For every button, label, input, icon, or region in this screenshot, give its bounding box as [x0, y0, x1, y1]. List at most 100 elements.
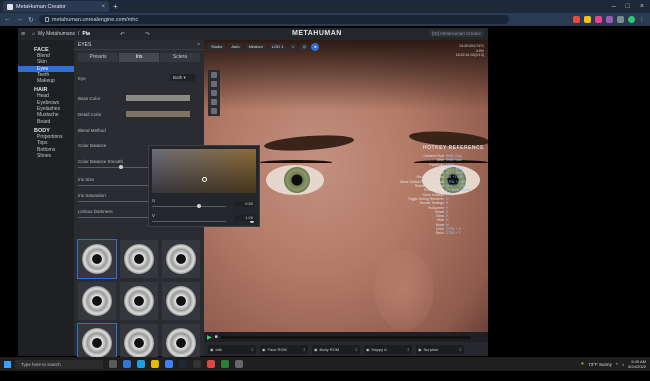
panel-title: EYES	[78, 41, 92, 48]
anim-slot[interactable]: ◉ Face ROM ⇕	[260, 344, 308, 354]
animation-bar: ◉ Idle ⇕ ◉ Face ROM ⇕ ◉ Body ROM ⇕ ◉ Happy A ⇕ ◉…	[204, 342, 488, 356]
close-panel-icon[interactable]: ×	[197, 42, 200, 48]
camera-chip[interactable]: Auto	[228, 43, 243, 51]
edge-icon[interactable]	[137, 360, 145, 368]
iris-preset-tile[interactable]	[78, 282, 116, 320]
file-explorer-icon[interactable]	[151, 360, 159, 368]
eye-select[interactable]: Both ▾	[170, 74, 195, 81]
store-icon[interactable]	[165, 360, 173, 368]
widgets-icon[interactable]	[123, 360, 131, 368]
unreal-icon[interactable]	[193, 360, 201, 368]
windows-start-icon[interactable]	[4, 360, 11, 368]
anim-slot[interactable]: ◉ Idle ⇕	[208, 344, 256, 354]
app-icon[interactable]	[235, 360, 243, 368]
v-slider[interactable]	[152, 221, 226, 222]
stop-icon[interactable]: ■	[215, 334, 218, 340]
color-gradient-field[interactable]	[152, 149, 256, 193]
hotkey-list: Camera Pivot RMB Click Orbit RMB Hold Pan/Do…	[394, 154, 488, 236]
maximize-icon[interactable]: □	[626, 3, 630, 10]
forward-icon[interactable]: →	[16, 16, 23, 23]
timeline-track[interactable]	[220, 335, 471, 339]
move-icon[interactable]	[211, 90, 217, 96]
kebab-menu-icon[interactable]: ⋮	[639, 16, 646, 23]
redo-icon[interactable]: ↷	[145, 31, 150, 38]
lighting-chip[interactable]: Studio	[208, 43, 226, 51]
base-color-swatch[interactable]	[126, 95, 190, 101]
task-view-icon[interactable]	[109, 360, 117, 368]
extension-icon[interactable]	[573, 16, 580, 23]
app-icon[interactable]	[221, 360, 229, 368]
weather-text[interactable]: 73°F Sunny	[588, 362, 612, 367]
color-cursor[interactable]	[202, 177, 207, 182]
iris-thumbnail	[124, 328, 154, 358]
base-color-label: Base Color	[78, 96, 101, 101]
sculpt-icon[interactable]	[211, 99, 217, 105]
play-icon[interactable]: ▶	[207, 334, 212, 341]
slider-handle[interactable]	[197, 204, 201, 208]
back-icon[interactable]: ←	[4, 16, 11, 23]
iris-size-slider[interactable]	[78, 185, 148, 186]
extension-icon[interactable]	[595, 16, 602, 23]
detail-color-swatch[interactable]	[126, 111, 190, 117]
u-value[interactable]: 0.50	[235, 201, 255, 207]
chrome-icon[interactable]	[207, 360, 215, 368]
anim-slot[interactable]: ◉ Body ROM ⇕	[312, 344, 360, 354]
anim-slot[interactable]: ◉ Happy A ⇕	[364, 344, 412, 354]
anim-slot[interactable]: ◉ Surprise ⇕	[416, 344, 464, 354]
menu-icon[interactable]: ≡	[18, 31, 28, 38]
view-icon[interactable]	[211, 108, 217, 114]
hotkey-action: Redo	[435, 231, 444, 236]
tab-sclera[interactable]: Sclera	[160, 53, 200, 62]
close-tab-icon[interactable]: ×	[101, 4, 105, 10]
color-balance-smooth-slider[interactable]	[78, 167, 148, 168]
extension-icon[interactable]	[606, 16, 613, 23]
render-icon[interactable]: ●	[311, 43, 320, 51]
tab-presets[interactable]: Presets	[78, 53, 118, 62]
iris-preset-tile[interactable]	[120, 282, 158, 320]
nav-item-shoes[interactable]: Shoes	[18, 153, 74, 159]
head-icon[interactable]	[211, 72, 217, 78]
u-slider[interactable]	[152, 206, 226, 207]
speaker-icon[interactable]: ♪	[622, 362, 624, 367]
select-icon[interactable]	[211, 81, 217, 87]
url-field[interactable]: metahuman.unrealengine.com/mhc	[38, 15, 509, 24]
tab-iris[interactable]: Iris	[119, 53, 159, 62]
iris-preset-tile[interactable]	[77, 239, 117, 279]
stat-line: 16:22:41:33(4:13)	[455, 53, 484, 57]
iris-preset-tile[interactable]	[120, 240, 158, 278]
minimize-icon[interactable]: –	[612, 3, 616, 10]
profile-icon[interactable]	[628, 16, 635, 23]
iris-preset-tile[interactable]	[162, 282, 200, 320]
metahuman-app: ≡ ⌂ My Metahumans / Pia ↶ ↷ METAHUMAN [I…	[18, 28, 488, 363]
camera-icon[interactable]: ◎	[300, 43, 309, 51]
undo-icon[interactable]: ↶	[120, 31, 125, 38]
pose-icon: ◉	[314, 346, 318, 352]
taskbar-search[interactable]: Type here to search	[15, 359, 103, 369]
hotkey-title: HOTKEY REFERENCE	[423, 145, 484, 151]
v-value[interactable]: 1.00	[235, 215, 255, 221]
extension-icon[interactable]	[584, 16, 591, 23]
nav-item-makeup[interactable]: Makeup	[18, 78, 74, 84]
color-balance-label: Color Balance	[78, 143, 107, 148]
iris-saturation-slider[interactable]	[78, 201, 148, 202]
lod-chip[interactable]: LOD 1	[268, 43, 287, 51]
breadcrumb-root[interactable]: My Metahumans	[38, 31, 75, 37]
reload-icon[interactable]: ↻	[28, 16, 34, 24]
steam-icon[interactable]	[179, 360, 187, 368]
iris-thumbnail	[124, 244, 154, 274]
puzzle-icon[interactable]	[617, 16, 624, 23]
nav-item-beard[interactable]: Beard	[18, 119, 74, 125]
new-tab-icon[interactable]: +	[113, 2, 118, 11]
home-icon[interactable]: ⌂	[32, 31, 35, 37]
quality-chip[interactable]: Medium	[245, 43, 266, 51]
iris-preset-tile[interactable]	[162, 240, 200, 278]
pose-icon[interactable]: ◐	[289, 43, 298, 51]
clock[interactable]: 5:45 AM 8/24/2022	[628, 359, 646, 369]
chevron-up-icon[interactable]: ^	[616, 362, 618, 367]
hotkey-row: Redo CTRL + Y	[394, 231, 488, 235]
slider-handle[interactable]	[119, 165, 123, 169]
browser-tab[interactable]: MetaHuman Creator ×	[3, 1, 109, 12]
close-window-icon[interactable]: ×	[640, 3, 644, 10]
account-chip[interactable]: [ID] MetaHuman Creator	[428, 30, 484, 37]
chevron-down-icon: ⇕	[250, 346, 254, 352]
